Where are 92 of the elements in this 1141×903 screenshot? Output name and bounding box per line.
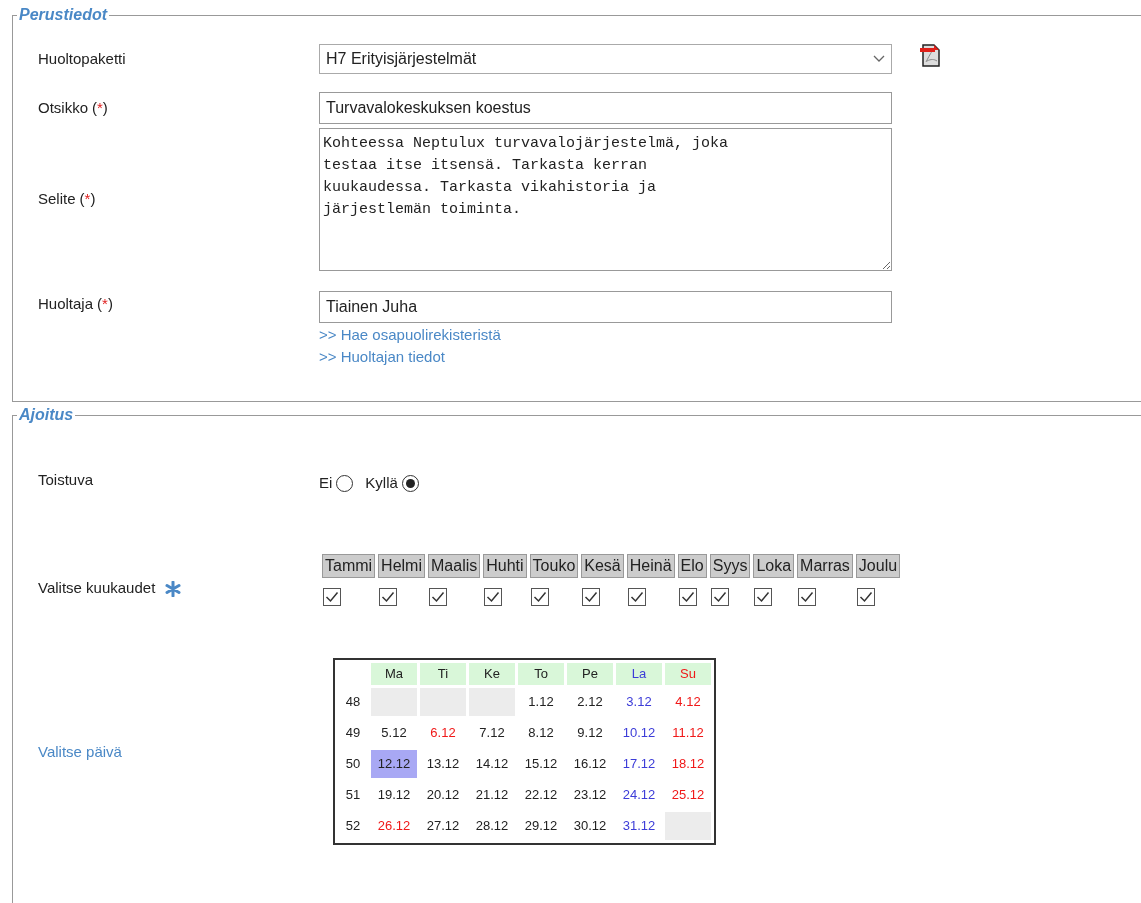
day-cell[interactable]: 12.12: [371, 749, 417, 778]
day-cell[interactable]: 21.12: [469, 780, 515, 809]
day-cell[interactable]: 8.12: [518, 718, 564, 747]
chevron-down-icon: [873, 55, 885, 63]
text-field[interactable]: Tiainen Juha: [319, 291, 892, 323]
day-cell[interactable]: 5.12: [371, 718, 417, 747]
day-cell[interactable]: 27.12: [420, 811, 466, 840]
checkbox[interactable]: [323, 587, 341, 606]
week-number: 48: [344, 692, 362, 711]
field-label: Valitse päivä: [38, 743, 122, 761]
weekday-header: Ke: [469, 662, 515, 685]
week-number: 52: [344, 816, 362, 835]
day-cell[interactable]: 17.12: [616, 749, 662, 778]
field-label: Valitse kuukaudet: [38, 578, 156, 599]
link[interactable]: >> Hae osapuolirekisteristä: [319, 324, 501, 346]
checkbox[interactable]: [798, 587, 817, 606]
day-cell[interactable]: 28.12: [469, 811, 515, 840]
weekday-header: La: [616, 662, 662, 685]
select-field[interactable]: H7 Erityisjärjestelmät: [319, 44, 892, 74]
week-number: 49: [344, 723, 362, 742]
day-cell[interactable]: 20.12: [420, 780, 466, 809]
day-cell[interactable]: 14.12: [469, 749, 515, 778]
month-label: Elo: [677, 553, 707, 578]
day-cell[interactable]: 24.12: [616, 780, 662, 809]
day-cell[interactable]: 7.12: [469, 718, 515, 747]
weekday-header: Pe: [567, 662, 613, 685]
weekday-header: Su: [665, 662, 711, 685]
day-cell[interactable]: 1.12: [518, 687, 564, 716]
required-mark: (*): [79, 190, 96, 208]
weekday-header: Ma: [371, 662, 417, 685]
month-label: Helmi: [378, 553, 425, 578]
month-label: Marras: [797, 553, 853, 578]
day-cell[interactable]: 10.12: [616, 718, 662, 747]
month-label: Heinä: [626, 553, 675, 578]
month-label: Joulu: [855, 553, 901, 578]
day-cell[interactable]: 13.12: [420, 749, 466, 778]
checkbox[interactable]: [678, 587, 697, 606]
day-cell[interactable]: 11.12: [665, 718, 711, 747]
pdf-icon[interactable]: [919, 43, 941, 67]
month-label: Loka: [753, 553, 795, 578]
weekday-header: Ti: [420, 662, 466, 685]
field-label: Huoltopaketti: [38, 49, 126, 67]
weekday-header: To: [518, 662, 564, 685]
field-label: Selite: [38, 190, 76, 208]
text-area[interactable]: Kohteessa Neptulux turvavalojärjestelmä, joka testaa itse itsensä. Tarkasta kerran kuukaudessa. Tarkasta vikahistoria ja järjestlemän toiminta.: [319, 128, 892, 271]
checkbox[interactable]: [754, 587, 773, 606]
field-label: Huoltaja: [38, 295, 94, 312]
day-cell[interactable]: 25.12: [665, 780, 711, 809]
checkbox[interactable]: [530, 587, 549, 606]
day-cell[interactable]: 26.12: [371, 811, 417, 840]
checkbox[interactable]: [379, 587, 398, 606]
day-cell[interactable]: 3.12: [616, 687, 662, 716]
day-cell[interactable]: 2.12: [567, 687, 613, 716]
day-cell[interactable]: 19.12: [371, 780, 417, 809]
link[interactable]: >> Huoltajan tiedot: [319, 346, 445, 368]
month-label: Huhti: [483, 553, 527, 578]
month-label: Syys: [709, 553, 751, 578]
day-cell[interactable]: 15.12: [518, 749, 564, 778]
month-label: Tammi: [322, 553, 376, 578]
month-label: Maalis: [428, 553, 481, 578]
week-number: 50: [344, 754, 362, 773]
section-legend: Ajoitus: [17, 406, 76, 424]
day-cell[interactable]: 4.12: [665, 687, 711, 716]
checkbox[interactable]: [484, 587, 503, 606]
checkbox[interactable]: [710, 587, 729, 606]
checkbox[interactable]: [627, 587, 646, 606]
radio-button[interactable]: [336, 474, 354, 492]
day-cell[interactable]: 16.12: [567, 749, 613, 778]
required-mark: (*): [97, 295, 113, 312]
month-label: Kesä: [581, 553, 624, 578]
field-label: Toistuva: [38, 471, 94, 488]
asterisk-icon: [165, 580, 182, 597]
month-label: Touko: [529, 553, 579, 578]
checkbox[interactable]: [429, 587, 447, 606]
checkbox[interactable]: [856, 587, 875, 606]
day-cell[interactable]: 30.12: [567, 811, 613, 840]
section-legend: Perustiedot: [17, 6, 109, 24]
required-mark: (*): [92, 98, 108, 116]
day-cell[interactable]: 29.12: [518, 811, 564, 840]
week-number: 51: [344, 785, 362, 804]
radio-label: Ei: [319, 473, 333, 493]
day-cell[interactable]: 23.12: [567, 780, 613, 809]
field-label: Otsikko: [38, 98, 88, 116]
checkbox[interactable]: [582, 587, 601, 606]
radio-label: Kyllä: [365, 473, 398, 493]
radio-button[interactable]: [401, 474, 419, 492]
day-cell[interactable]: 31.12: [616, 811, 662, 840]
day-cell[interactable]: 22.12: [518, 780, 564, 809]
day-cell[interactable]: 9.12: [567, 718, 613, 747]
text-field[interactable]: Turvavalokeskuksen koestus: [319, 92, 892, 124]
day-cell[interactable]: 6.12: [420, 718, 466, 747]
day-cell[interactable]: 18.12: [665, 749, 711, 778]
